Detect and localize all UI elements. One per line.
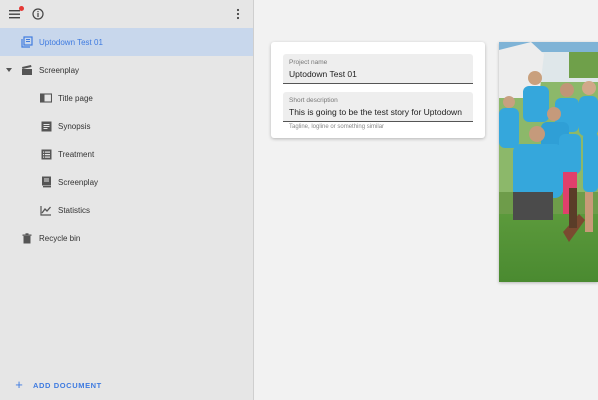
short-description-value[interactable]: This is going to be the test story for U…	[289, 107, 462, 117]
sidebar-item-label: Screenplay	[58, 177, 99, 187]
cover-photo-illustration	[499, 42, 598, 282]
sidebar-toolbar	[0, 0, 253, 28]
clapperboard-icon	[21, 64, 33, 76]
add-document-button[interactable]: + ADD DOCUMENT	[12, 377, 102, 393]
book-stack-icon	[21, 36, 33, 48]
project-name-field[interactable]: Project name Uptodown Test 01	[283, 54, 473, 84]
line-chart-icon	[40, 204, 52, 216]
sidebar-item-title-page[interactable]: Title page	[0, 84, 253, 112]
sidebar-item-synopsis[interactable]: Synopsis	[0, 112, 253, 140]
short-description-hint: Tagline, logline or something similar	[289, 124, 385, 130]
plus-icon: +	[15, 377, 23, 392]
sidebar-item-label: Synopsis	[58, 121, 91, 131]
script-icon	[40, 176, 52, 188]
document-lines-icon	[40, 120, 52, 132]
sidebar-item-label: Statistics	[58, 205, 91, 215]
sidebar: Uptodown Test 01 Screenplay Title page S…	[0, 0, 254, 400]
info-icon	[32, 8, 44, 20]
sidebar-item-label: Recycle bin	[39, 233, 81, 243]
notification-dot	[19, 6, 24, 11]
sidebar-item-statistics[interactable]: Statistics	[0, 196, 253, 224]
short-description-field[interactable]: Short description This is going to be th…	[283, 92, 473, 122]
sidebar-item-label: Treatment	[58, 149, 95, 159]
sidebar-item-label: Screenplay	[39, 65, 80, 75]
project-name-value[interactable]: Uptodown Test 01	[289, 69, 357, 79]
open-book-icon	[40, 92, 52, 104]
expand-arrow-icon[interactable]	[3, 64, 15, 76]
sidebar-item-screenplay-folder[interactable]: Screenplay	[0, 56, 253, 84]
sidebar-item-screenplay[interactable]: Screenplay	[0, 168, 253, 196]
sidebar-item-treatment[interactable]: Treatment	[0, 140, 253, 168]
short-description-label: Short description	[289, 97, 338, 104]
menu-button[interactable]	[4, 4, 26, 24]
more-vertical-icon	[236, 8, 240, 20]
sidebar-item-project[interactable]: Uptodown Test 01	[0, 28, 253, 56]
project-cover-image[interactable]	[499, 42, 598, 282]
more-options-button[interactable]	[230, 4, 246, 24]
sidebar-item-recycle-bin[interactable]: Recycle bin	[0, 224, 253, 252]
info-button[interactable]	[30, 4, 46, 24]
list-document-icon	[40, 148, 52, 160]
add-document-label: ADD DOCUMENT	[33, 380, 102, 390]
sidebar-item-label: Title page	[58, 93, 93, 103]
project-name-label: Project name	[289, 59, 328, 66]
sidebar-item-label: Uptodown Test 01	[39, 37, 103, 47]
project-details-card: Project name Uptodown Test 01 Short desc…	[271, 42, 485, 138]
trash-icon	[21, 232, 33, 244]
